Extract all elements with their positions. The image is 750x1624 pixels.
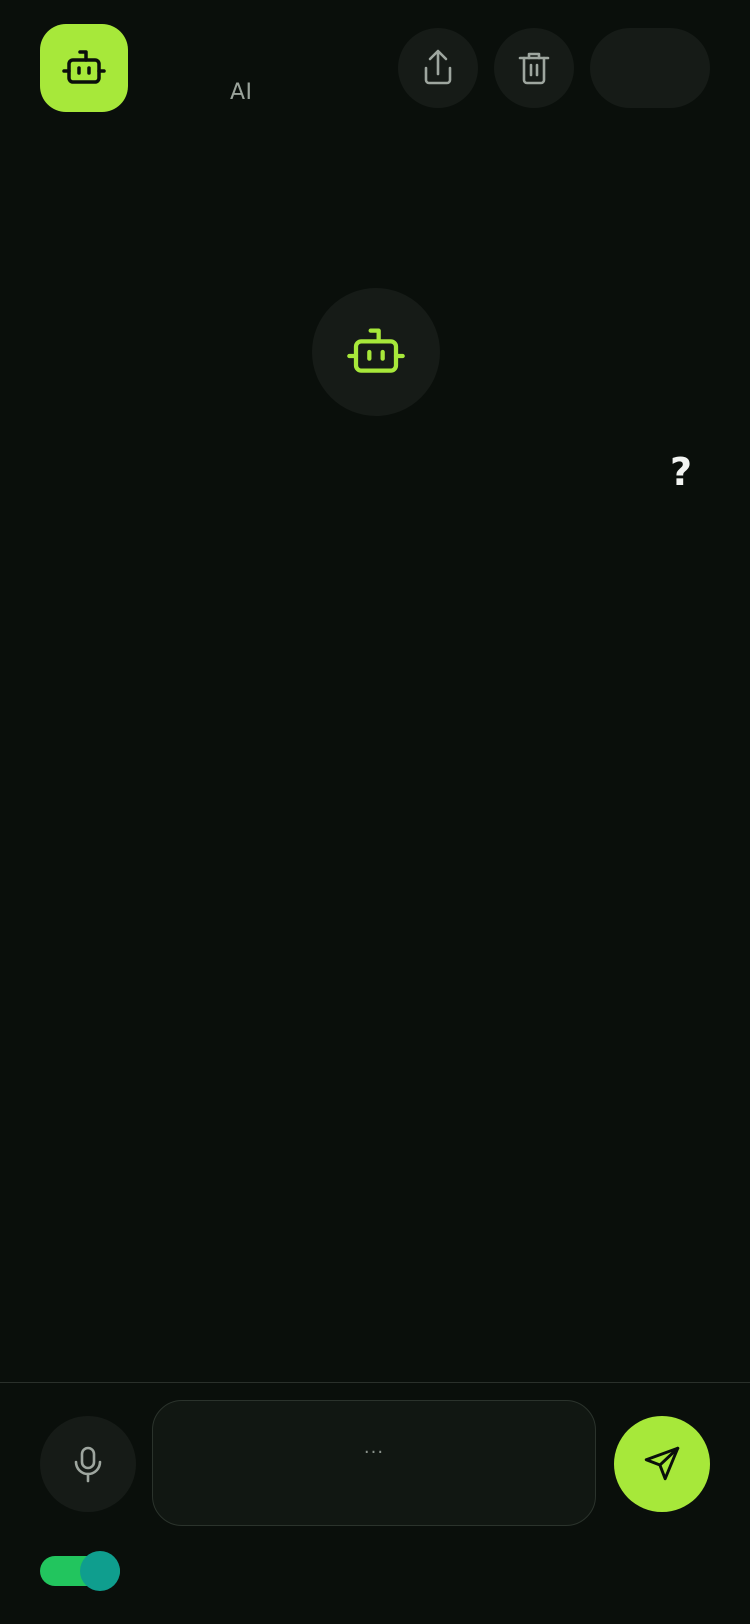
assistant-avatar — [312, 288, 440, 416]
composer-divider — [0, 1382, 750, 1383]
microphone-icon — [74, 1446, 102, 1483]
delete-button[interactable] — [494, 28, 574, 108]
trash-icon — [518, 52, 550, 85]
app-logo[interactable] — [40, 24, 128, 112]
mode-toggle[interactable] — [40, 1551, 120, 1591]
toggle-knob — [80, 1551, 120, 1591]
send-icon — [644, 1446, 680, 1481]
message-input[interactable]: ... — [152, 1400, 596, 1526]
message-input-placeholder: ... — [363, 1437, 385, 1458]
share-button[interactable] — [398, 28, 478, 108]
robot-icon — [347, 328, 405, 373]
share-icon — [424, 49, 452, 85]
header-pill-button[interactable] — [590, 28, 710, 108]
app-title: AI — [230, 80, 253, 105]
robot-icon — [62, 50, 106, 84]
send-button[interactable] — [614, 1416, 710, 1512]
hint-text: ? — [670, 450, 693, 494]
microphone-button[interactable] — [40, 1416, 136, 1512]
